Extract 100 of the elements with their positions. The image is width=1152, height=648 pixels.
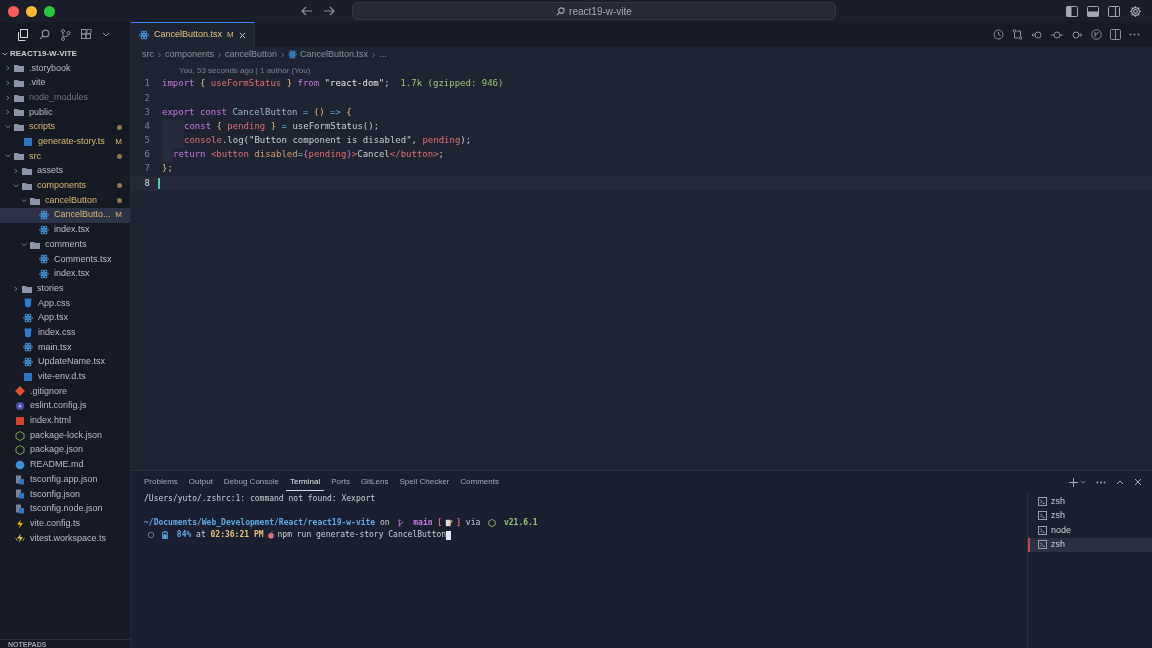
file-item[interactable]: main.tsx [0,340,130,355]
file-item[interactable]: index.tsx [0,266,130,282]
source-control-icon[interactable] [60,28,71,41]
compare-changes-icon[interactable] [1012,29,1023,40]
file-item[interactable]: package-lock.json [0,428,130,443]
file-item[interactable]: Comments.tsx [0,251,130,267]
folder-item[interactable]: components [0,178,130,194]
toggle-panel-icon[interactable] [1087,5,1099,17]
circle-icon [147,531,155,539]
file-item[interactable]: .gitignore [0,384,130,399]
settings-icon[interactable] [1129,4,1142,18]
item-name: App.css [38,296,70,310]
previous-change-icon[interactable] [1031,29,1043,40]
panel-tab[interactable]: Terminal [285,473,325,491]
file-item[interactable]: package.json [0,442,130,458]
editor-tab[interactable]: CancelButton.tsx M [131,22,255,47]
atom-icon [23,342,33,353]
terminal-text: main [ [412,517,443,529]
chevron-down-icon[interactable] [102,32,110,37]
file-item[interactable]: index.css [0,325,130,341]
file-item[interactable]: index.html [0,413,130,429]
chevron-right-icon [371,51,377,58]
chevron-up-icon[interactable] [1116,479,1124,485]
terminal-list-item[interactable]: node [1028,523,1152,538]
chevron-down-icon[interactable] [1080,480,1086,484]
breadcrumb-item[interactable]: ... [379,47,387,62]
add-terminal-icon[interactable] [1069,477,1078,487]
file-item[interactable]: vite-env.d.ts [0,369,130,385]
lightning-icon [15,533,25,544]
file-item[interactable]: CancelButto... M [0,207,130,223]
close-window-button[interactable] [8,5,19,17]
panel-tab[interactable]: Debug Console [219,473,283,491]
panel-tab[interactable]: Comments [456,473,503,491]
panel-tab[interactable]: Ports [327,473,354,491]
breadcrumb-item[interactable]: components [165,47,215,62]
file-item[interactable]: App.css [0,296,130,311]
history-icon[interactable] [993,29,1004,40]
file-item[interactable]: App.tsx [0,310,130,326]
branch-circle-icon[interactable] [1091,29,1102,40]
panel-tab[interactable]: Output [184,473,217,491]
more-icon[interactable] [1129,33,1140,36]
folder-item[interactable]: assets [0,163,130,179]
panel-tab[interactable]: Spell Checker [395,473,454,491]
chevron-down-icon [13,182,19,189]
chevron-down-icon[interactable] [2,52,8,56]
file-item[interactable]: eslint.config.js [0,398,130,414]
maximize-window-button[interactable] [44,5,55,17]
folder-item[interactable]: scripts [0,119,130,135]
item-name: .gitignore [30,384,68,398]
terminal-text: ] via [456,517,482,529]
chevron-right-icon [5,109,11,116]
file-item[interactable]: tsconfig.node.json [0,501,130,517]
file-item[interactable]: generate-story.ts M [0,134,130,150]
minimize-window-button[interactable] [26,5,37,17]
file-item[interactable]: vite.config.ts [0,516,130,531]
line-number: 6 [143,148,151,162]
folder-item[interactable]: stories [0,281,130,296]
panel-tab[interactable]: Problems [140,473,182,491]
commit-icon[interactable] [1051,29,1063,40]
file-item[interactable]: tsconfig.json [0,486,130,502]
file-item[interactable]: vitest.workspace.ts [0,531,130,546]
breadcrumb-item[interactable]: CancelButton.tsx [300,47,369,62]
close-icon[interactable] [1134,478,1142,486]
more-icon[interactable] [1096,480,1106,484]
item-name: cancelButton [45,193,98,207]
item-name: src [29,149,41,163]
search-icon[interactable] [39,29,50,40]
folder-item[interactable]: .storybook [0,61,130,76]
panel-tab[interactable]: GitLens [356,473,393,491]
breadcrumb-item[interactable]: cancelButton [225,47,278,62]
back-arrow-icon[interactable] [301,6,313,16]
toggle-sidebar-icon[interactable] [1066,5,1078,17]
chevron-down-icon [21,197,27,204]
atom-icon [288,50,298,59]
terminal-list-item[interactable]: zsh [1028,508,1152,523]
file-item[interactable]: index.tsx [0,222,130,238]
folder-item[interactable]: src [0,149,130,164]
extensions-icon[interactable] [81,29,92,40]
item-name: components [37,179,87,193]
split-editor-icon[interactable] [1110,29,1121,40]
toggle-secondary-sidebar-icon[interactable] [1108,5,1120,17]
folder-item[interactable]: comments [0,237,130,252]
folder-item[interactable]: node_modules [0,90,130,106]
terminal-list-item[interactable]: zsh [1028,494,1152,509]
code-line: return <button disabled={pending}>Cancel</button>; [162,147,444,163]
file-item[interactable]: UpdateName.tsx [0,354,130,370]
folder-icon [14,63,24,74]
breadcrumb-item[interactable]: src [142,47,154,62]
search-field[interactable]: react19-w-vite [352,2,836,20]
next-change-icon[interactable] [1071,29,1083,40]
files-icon[interactable] [17,28,29,41]
folder-item[interactable]: .vite [0,75,130,91]
forward-arrow-icon[interactable] [323,6,335,16]
chevron-right-icon [13,168,19,175]
terminal-list-item[interactable]: zsh [1028,537,1152,552]
apple-icon [266,531,275,539]
file-item[interactable]: README.md [0,457,130,473]
folder-item[interactable]: cancelButton [0,193,130,208]
folder-item[interactable]: public [0,105,130,120]
file-item[interactable]: tsconfig.app.json [0,472,130,487]
